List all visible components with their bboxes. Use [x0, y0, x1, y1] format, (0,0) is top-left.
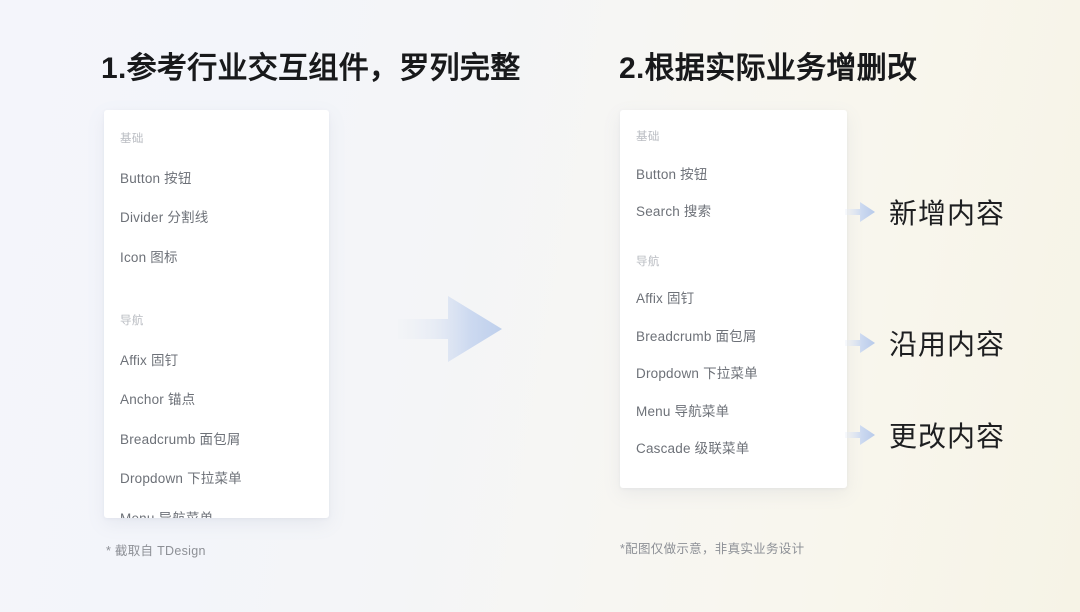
group-label-navigation: 导航	[636, 255, 660, 268]
annotation-label: 新增内容	[889, 198, 1006, 229]
group-label-basic: 基础	[120, 133, 144, 145]
list-item[interactable]: Cascade 级联菜单	[636, 442, 831, 456]
arrow-right-icon	[845, 202, 875, 222]
annotation-label: 更改内容	[889, 421, 1006, 452]
footnote-disclaimer: *配图仅做示意，非真实业务设计	[620, 542, 805, 556]
annotation-added: 新增内容	[845, 192, 1005, 232]
list-item[interactable]: Breadcrumb 面包屑	[636, 329, 831, 344]
arrow-right-icon	[845, 425, 875, 445]
list-item[interactable]: Dropdown 下拉菜单	[120, 472, 313, 486]
group-label-basic: 基础	[636, 131, 660, 143]
list-item[interactable]: Breadcrumb 面包屑	[120, 432, 313, 447]
group-label-navigation: 导航	[120, 315, 144, 327]
list-item[interactable]: Affix 固钉	[120, 353, 313, 368]
slide-canvas: 1.参考行业交互组件，罗列完整 2.根据实际业务增删改 基础 Button 按钮…	[0, 0, 1080, 612]
component-list-card-adapted: 基础 Button 按钮 Search 搜索 导航 Affix 固钉 Bread…	[620, 110, 847, 488]
arrow-right-icon	[845, 333, 875, 353]
annotation-kept: 沿用内容	[845, 323, 1005, 363]
list-item[interactable]: Dropdown 下拉菜单	[636, 367, 831, 381]
footnote-source: * 截取自 TDesign	[106, 544, 206, 558]
list-item[interactable]: Button 按钮	[120, 171, 313, 186]
list-item[interactable]: Button 按钮	[636, 167, 831, 182]
list-item[interactable]: Menu 导航菜单	[636, 404, 831, 419]
list-item[interactable]: Icon 图标	[120, 250, 313, 265]
page-title-right: 2.根据实际业务增删改	[619, 52, 918, 85]
list-item[interactable]: Affix 固钉	[636, 292, 831, 306]
list-item[interactable]: Divider 分割线	[120, 211, 313, 225]
list-item[interactable]: Anchor 锚点	[120, 393, 313, 407]
annotation-label: 沿用内容	[889, 329, 1006, 360]
big-arrow-right-icon	[398, 296, 502, 362]
list-item[interactable]: Menu 导航菜单	[120, 511, 313, 518]
list-item[interactable]: Search 搜索	[636, 205, 831, 219]
component-list-card-original: 基础 Button 按钮 Divider 分割线 Icon 图标 导航 Affi…	[104, 110, 329, 518]
annotation-changed: 更改内容	[845, 415, 1005, 455]
page-title-left: 1.参考行业交互组件，罗列完整	[101, 52, 521, 85]
